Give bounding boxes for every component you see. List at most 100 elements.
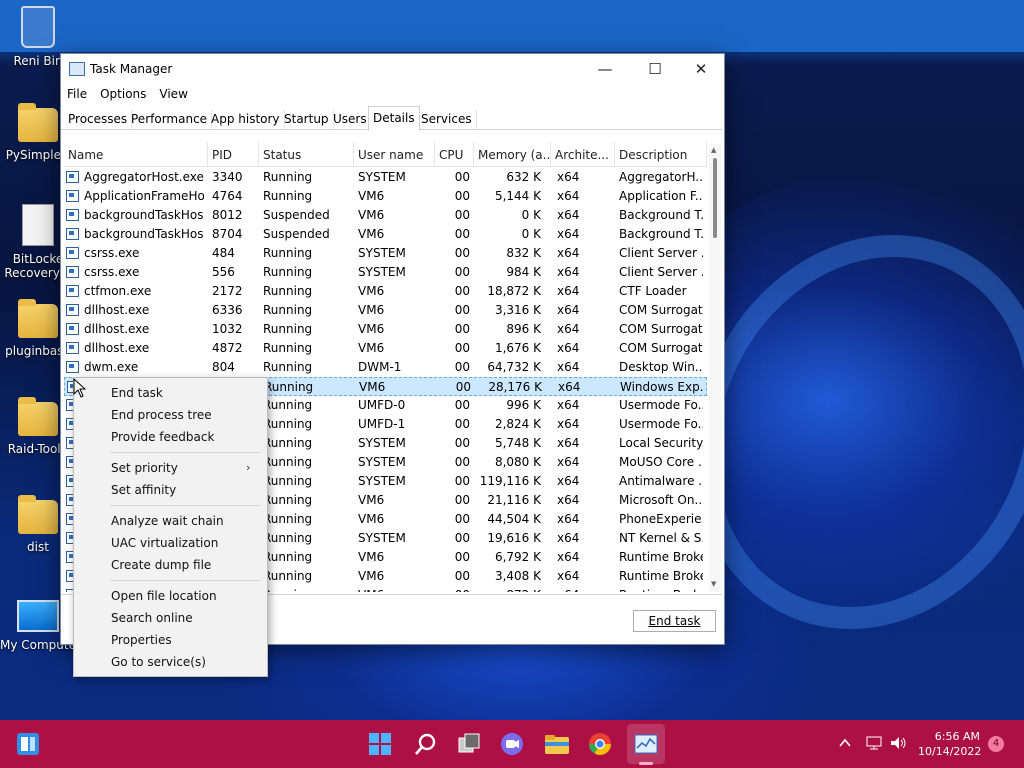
- menu-item-end-process-tree[interactable]: End process tree: [111, 404, 212, 426]
- task-view-icon[interactable]: [457, 732, 481, 756]
- menu-item-open-file-location[interactable]: Open file location: [111, 585, 217, 607]
- menu-item-create-dump-file[interactable]: Create dump file: [111, 554, 211, 576]
- table-cell: Running: [263, 531, 313, 545]
- tab-strip: Processes Performance App history Startup Us…: [61, 106, 722, 131]
- table-row[interactable]: ctfmon.exe 2172 Running VM6 00 18,872 K x64 CTF…: [64, 282, 707, 301]
- table-cell: VM6: [358, 493, 385, 507]
- table-cell: 8012: [212, 208, 243, 222]
- table-cell: VM6: [359, 380, 386, 394]
- end-task-button[interactable]: End task: [633, 610, 716, 632]
- maximize-button[interactable]: ☐: [632, 54, 678, 84]
- table-cell: VM6: [358, 303, 385, 317]
- menu-item-set-priority[interactable]: Set priority: [111, 457, 178, 479]
- show-hidden-icons-icon[interactable]: [838, 736, 852, 754]
- menu-item-analyze-wait-chain[interactable]: Analyze wait chain: [111, 510, 224, 532]
- vertical-scrollbar[interactable]: ▲ ▼: [709, 144, 721, 592]
- file-explorer-icon[interactable]: [544, 732, 569, 756]
- column-header[interactable]: Description: [615, 142, 707, 166]
- minimize-button[interactable]: —: [582, 54, 628, 84]
- table-cell: Usermode Fo...: [619, 417, 703, 431]
- chat-icon[interactable]: [500, 732, 524, 756]
- menu-item-provide-feedback[interactable]: Provide feedback: [111, 426, 214, 448]
- column-header[interactable]: Status: [259, 142, 354, 166]
- table-cell: UMFD-1: [358, 417, 406, 431]
- close-button[interactable]: ✕: [678, 54, 724, 84]
- tab-processes[interactable]: Processes: [64, 110, 133, 129]
- notification-badge[interactable]: 4: [988, 736, 1004, 752]
- table-cell: Running: [263, 360, 313, 374]
- table-row[interactable]: backgroundTaskHos... 8704 Suspended VM6 00 0 …: [64, 225, 707, 244]
- table-row[interactable]: csrss.exe 484 Running SYSTEM 00 832 K x64 Clien…: [64, 244, 707, 263]
- scroll-down-arrow-icon[interactable]: ▼: [711, 580, 716, 588]
- menu-options[interactable]: Options: [100, 84, 146, 104]
- tab-app-history[interactable]: App history: [207, 110, 285, 129]
- table-cell: x64: [557, 341, 580, 355]
- tab-services[interactable]: Services: [417, 110, 477, 129]
- table-cell: x64: [557, 586, 611, 592]
- table-cell: 832 K: [506, 246, 541, 260]
- table-cell: 00: [454, 170, 470, 184]
- start-icon[interactable]: [368, 732, 392, 756]
- volume-icon[interactable]: [890, 736, 908, 754]
- table-cell: VM6: [358, 341, 385, 355]
- column-header[interactable]: User name: [354, 142, 435, 166]
- table-row[interactable]: dllhost.exe 1032 Running VM6 00 896 K x64 COM S…: [64, 320, 707, 339]
- menu-separator: [110, 505, 260, 506]
- process-icon: [66, 361, 79, 373]
- table-row[interactable]: dllhost.exe 6336 Running VM6 00 3,316 K x64 COM…: [64, 301, 707, 320]
- table-cell: 00: [454, 284, 470, 298]
- menu-item-end-task[interactable]: End task: [111, 382, 163, 404]
- search-icon[interactable]: [414, 732, 438, 756]
- table-cell: COM Surrogate: [619, 303, 703, 317]
- table-cell: csrss.exe: [84, 265, 140, 279]
- process-icon: [66, 171, 79, 183]
- table-cell: 00: [454, 531, 470, 545]
- table-cell: x64: [557, 246, 580, 260]
- menu-item-set-affinity[interactable]: Set affinity: [111, 479, 176, 501]
- menu-file[interactable]: File: [67, 84, 87, 104]
- tab-startup[interactable]: Startup: [280, 110, 334, 129]
- menu-item-search-online[interactable]: Search online: [111, 607, 193, 629]
- table-cell: ctfmon.exe: [84, 284, 152, 298]
- column-header[interactable]: PID: [208, 142, 259, 166]
- table-cell: MoUSO Core ...: [619, 455, 703, 469]
- table-row[interactable]: backgroundTaskHos... 8012 Suspended VM6 00 0 …: [64, 206, 707, 225]
- tab-users[interactable]: Users: [329, 110, 372, 129]
- table-cell: ApplicationFrameHo...: [84, 189, 204, 203]
- menu-item-go-to-service-s[interactable]: Go to service(s): [111, 651, 206, 673]
- table-cell: x64: [557, 474, 580, 488]
- table-cell: CTF Loader: [619, 284, 687, 298]
- active-app-indicator: [639, 762, 653, 765]
- menu-item-uac-virtualization[interactable]: UAC virtualization: [111, 532, 218, 554]
- menu-item-properties[interactable]: Properties: [111, 629, 172, 651]
- column-header[interactable]: CPU: [435, 142, 474, 166]
- column-header[interactable]: Name: [64, 142, 208, 166]
- title-bar[interactable]: Task Manager — ☐ ✕: [61, 54, 724, 84]
- table-cell: Running: [263, 493, 313, 507]
- table-row[interactable]: csrss.exe 556 Running SYSTEM 00 984 K x64 Clien…: [64, 263, 707, 282]
- network-icon[interactable]: [866, 736, 884, 754]
- scroll-up-arrow-icon[interactable]: ▲: [711, 146, 716, 154]
- table-cell: x64: [557, 227, 580, 241]
- table-row[interactable]: dllhost.exe 4872 Running VM6 00 1,676 K x64 COM…: [64, 339, 707, 358]
- table-row[interactable]: ApplicationFrameHo... 4764 Running VM6 00 5,1…: [64, 187, 707, 206]
- column-header[interactable]: Archite...: [551, 142, 615, 166]
- table-cell: SYSTEM: [358, 246, 406, 260]
- menu-view[interactable]: View: [159, 84, 187, 104]
- table-cell: backgroundTaskHos...: [84, 227, 204, 241]
- table-cell: 00: [454, 265, 470, 279]
- table-header: Name PID Status User name CPU Memory (a... Arc…: [64, 142, 707, 167]
- column-header[interactable]: Memory (a...: [474, 142, 551, 166]
- table-cell: Running: [263, 170, 313, 184]
- system-clock[interactable]: 6:56 AM 10/14/2022: [918, 729, 981, 759]
- table-row[interactable]: dwm.exe 804 Running DWM-1 00 64,732 K x64 Deskt…: [64, 358, 707, 377]
- widgets-icon[interactable]: [16, 732, 40, 756]
- table-cell: csrss.exe: [84, 246, 140, 260]
- chrome-icon[interactable]: [588, 732, 612, 756]
- task-manager-taskbar-icon[interactable]: [634, 732, 658, 756]
- table-row[interactable]: AggregatorHost.exe 3340 Running SYSTEM 00 632…: [64, 168, 707, 187]
- tab-performance[interactable]: Performance: [127, 110, 213, 129]
- table-cell: Running: [263, 474, 313, 488]
- tab-details[interactable]: Details: [368, 106, 420, 131]
- scrollbar-thumb[interactable]: [713, 158, 717, 238]
